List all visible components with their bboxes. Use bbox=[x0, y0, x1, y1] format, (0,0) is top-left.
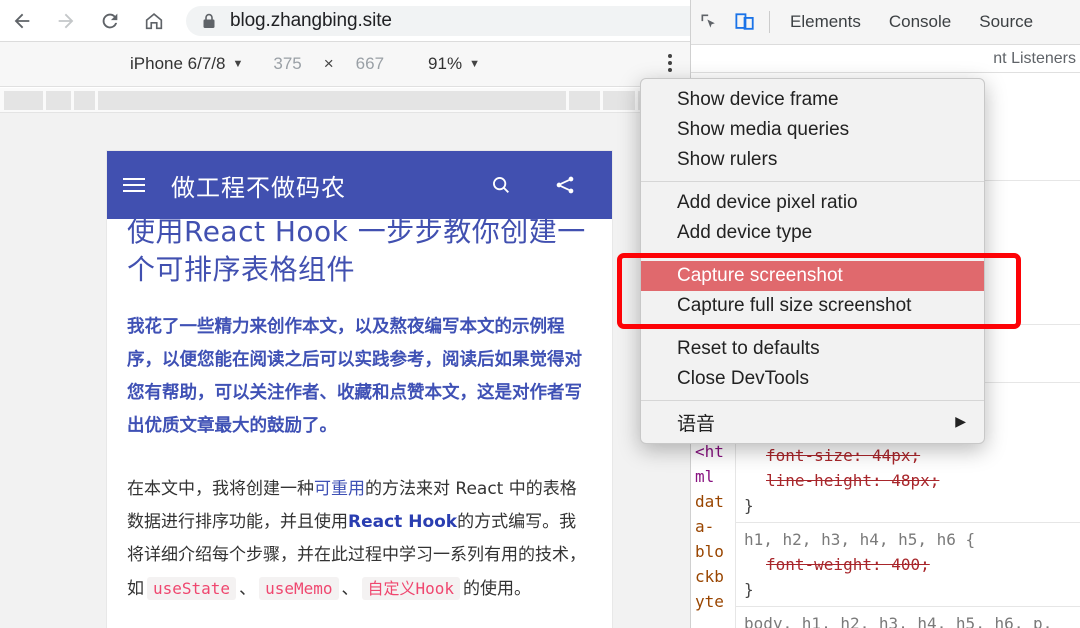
para-text-1: 在本文中，我将创建一种 bbox=[127, 479, 314, 499]
chevron-down-icon: ▼ bbox=[469, 57, 480, 70]
chevron-right-icon: ▶ bbox=[955, 414, 966, 430]
share-icon[interactable] bbox=[554, 174, 576, 196]
css-declaration[interactable]: font-weight: 400; bbox=[744, 552, 1080, 577]
mq-segment[interactable] bbox=[98, 91, 566, 110]
menu-separator bbox=[641, 327, 984, 328]
zoom-selector[interactable]: 91% ▼ bbox=[428, 54, 480, 74]
css-declaration[interactable]: font-size: 44px; bbox=[744, 443, 1080, 468]
reload-icon[interactable] bbox=[88, 0, 132, 42]
viewport-width-input[interactable]: 375 bbox=[273, 54, 301, 74]
css-rule-block[interactable]: font-size: 44px; line-height: 48px; } bbox=[736, 439, 1080, 523]
media-query-ruler bbox=[0, 88, 690, 113]
url-text: blog.zhangbing.site bbox=[230, 9, 392, 31]
gutter-line: yte bbox=[695, 592, 724, 611]
code-chip-usememo: useMemo bbox=[259, 577, 339, 600]
devtools-subtab-bar: nt Listeners bbox=[691, 45, 1080, 73]
menu-item-show-rulers[interactable]: Show rulers bbox=[641, 145, 984, 175]
screenshot-root: blog.zhangbing.site iPhone 6/7/8 ▼ 375 ×… bbox=[0, 0, 1080, 628]
device-options-context-menu: Show device frame Show media queries Sho… bbox=[640, 78, 985, 444]
menu-item-show-media-queries[interactable]: Show media queries bbox=[641, 115, 984, 145]
code-chip-usestate: useState bbox=[147, 577, 237, 600]
code-chip-custom-hook: 自定义Hook bbox=[361, 577, 461, 600]
site-header: 做工程不做码农 bbox=[107, 151, 612, 219]
para-text-4: 的使用。 bbox=[463, 579, 532, 599]
site-header-actions bbox=[490, 174, 576, 196]
gutter-line: dat bbox=[695, 492, 724, 511]
menu-item-reset-to-defaults[interactable]: Reset to defaults bbox=[641, 334, 984, 364]
viewport-height-input[interactable]: 667 bbox=[356, 54, 384, 74]
lock-icon bbox=[202, 13, 216, 29]
menu-item-speech-label: 语音 bbox=[677, 412, 716, 435]
device-selector[interactable]: iPhone 6/7/8 ▼ bbox=[130, 54, 243, 74]
kebab-menu-icon[interactable] bbox=[668, 54, 672, 72]
gutter-line: a- bbox=[695, 517, 715, 536]
tab-elements[interactable]: Elements bbox=[776, 12, 875, 32]
menu-item-close-devtools[interactable]: Close DevTools bbox=[641, 364, 984, 394]
gutter-line: blo bbox=[695, 542, 724, 561]
device-name: iPhone 6/7/8 bbox=[130, 54, 226, 73]
device-toolbar: iPhone 6/7/8 ▼ 375 × 667 91% ▼ bbox=[0, 42, 690, 87]
css-selector[interactable]: h1, h2, h3, h4, h5, h6 { bbox=[744, 527, 1080, 552]
post-paragraph: 在本文中，我将创建一种可重用的方法来对 React 中的表格数据进行排序功能，并… bbox=[127, 473, 592, 606]
inspect-cursor-icon[interactable] bbox=[691, 0, 727, 45]
device-toolbar-icon[interactable] bbox=[727, 0, 763, 45]
menu-item-add-device-type[interactable]: Add device type bbox=[641, 218, 984, 248]
para-link-react-hook[interactable]: React Hook bbox=[348, 512, 457, 532]
menu-separator bbox=[641, 400, 984, 401]
hamburger-icon[interactable] bbox=[123, 178, 147, 192]
forward-icon[interactable] bbox=[44, 0, 88, 42]
css-rule-block[interactable]: h1, h2, h3, h4, h5, h6 { font-weight: 40… bbox=[736, 523, 1080, 607]
tab-console[interactable]: Console bbox=[875, 12, 965, 32]
gutter-line: ckb bbox=[695, 567, 724, 586]
mq-segment[interactable] bbox=[74, 91, 95, 110]
gutter-line: ml bbox=[695, 467, 715, 486]
site-title: 做工程不做码农 bbox=[171, 173, 346, 202]
menu-item-add-device-pixel-ratio[interactable]: Add device pixel ratio bbox=[641, 188, 984, 218]
css-rule-close: } bbox=[744, 580, 754, 599]
mq-segment[interactable] bbox=[46, 91, 71, 110]
menu-separator bbox=[641, 254, 984, 255]
zoom-value: 91% bbox=[428, 54, 463, 73]
css-rule-block[interactable]: body, h1, h2, h3, h4, h5, h6, p, margin:… bbox=[736, 607, 1080, 628]
css-declaration[interactable]: line-height: 48px; bbox=[744, 468, 1080, 493]
css-selector[interactable]: body, h1, h2, h3, h4, h5, h6, p, bbox=[744, 611, 1080, 628]
para-link-reusable[interactable]: 可重用 bbox=[314, 479, 365, 499]
mq-segment[interactable] bbox=[603, 91, 635, 110]
subtab-event-listeners[interactable]: nt Listeners bbox=[993, 50, 1076, 68]
mq-segment[interactable] bbox=[4, 91, 43, 110]
device-frame: 使用React Hook 一步步教你创建一个可排序表格组件 我花了一些精力来创作… bbox=[107, 151, 612, 628]
code-separator-1: 、 bbox=[239, 579, 257, 599]
back-icon[interactable] bbox=[0, 0, 44, 42]
dimension-separator: × bbox=[323, 54, 334, 73]
menu-item-show-device-frame[interactable]: Show device frame bbox=[641, 85, 984, 115]
chevron-down-icon: ▼ bbox=[232, 57, 244, 70]
menu-item-speech[interactable]: 语音 ▶ bbox=[641, 407, 984, 437]
site-page-content: 使用React Hook 一步步教你创建一个可排序表格组件 我花了一些精力来创作… bbox=[107, 151, 612, 628]
dom-breadcrumb-gutter: <ht ml dat a- blo ckb yte bbox=[695, 439, 735, 614]
post-intro: 我花了一些精力来创作本文，以及熬夜编写本文的示例程序，以便您能在阅读之后可以实践… bbox=[127, 317, 582, 436]
home-icon[interactable] bbox=[132, 0, 176, 42]
menu-item-capture-screenshot[interactable]: Capture screenshot bbox=[641, 261, 984, 291]
css-rules-list: font-size: 44px; line-height: 48px; } h1… bbox=[735, 439, 1080, 628]
code-separator-2: 、 bbox=[341, 579, 359, 599]
search-icon[interactable] bbox=[490, 174, 512, 196]
post-title: 使用React Hook 一步步教你创建一个可排序表格组件 bbox=[127, 215, 586, 286]
toolbar-divider bbox=[769, 11, 770, 33]
menu-item-capture-full-size-screenshot[interactable]: Capture full size screenshot bbox=[641, 291, 984, 321]
menu-separator bbox=[641, 181, 984, 182]
mq-segment[interactable] bbox=[569, 91, 600, 110]
devtools-toolbar: Elements Console Source bbox=[691, 0, 1080, 45]
css-rule-close: } bbox=[744, 496, 754, 515]
device-viewport-area: 使用React Hook 一步步教你创建一个可排序表格组件 我花了一些精力来创作… bbox=[0, 113, 690, 628]
tab-sources[interactable]: Source bbox=[965, 12, 1047, 32]
